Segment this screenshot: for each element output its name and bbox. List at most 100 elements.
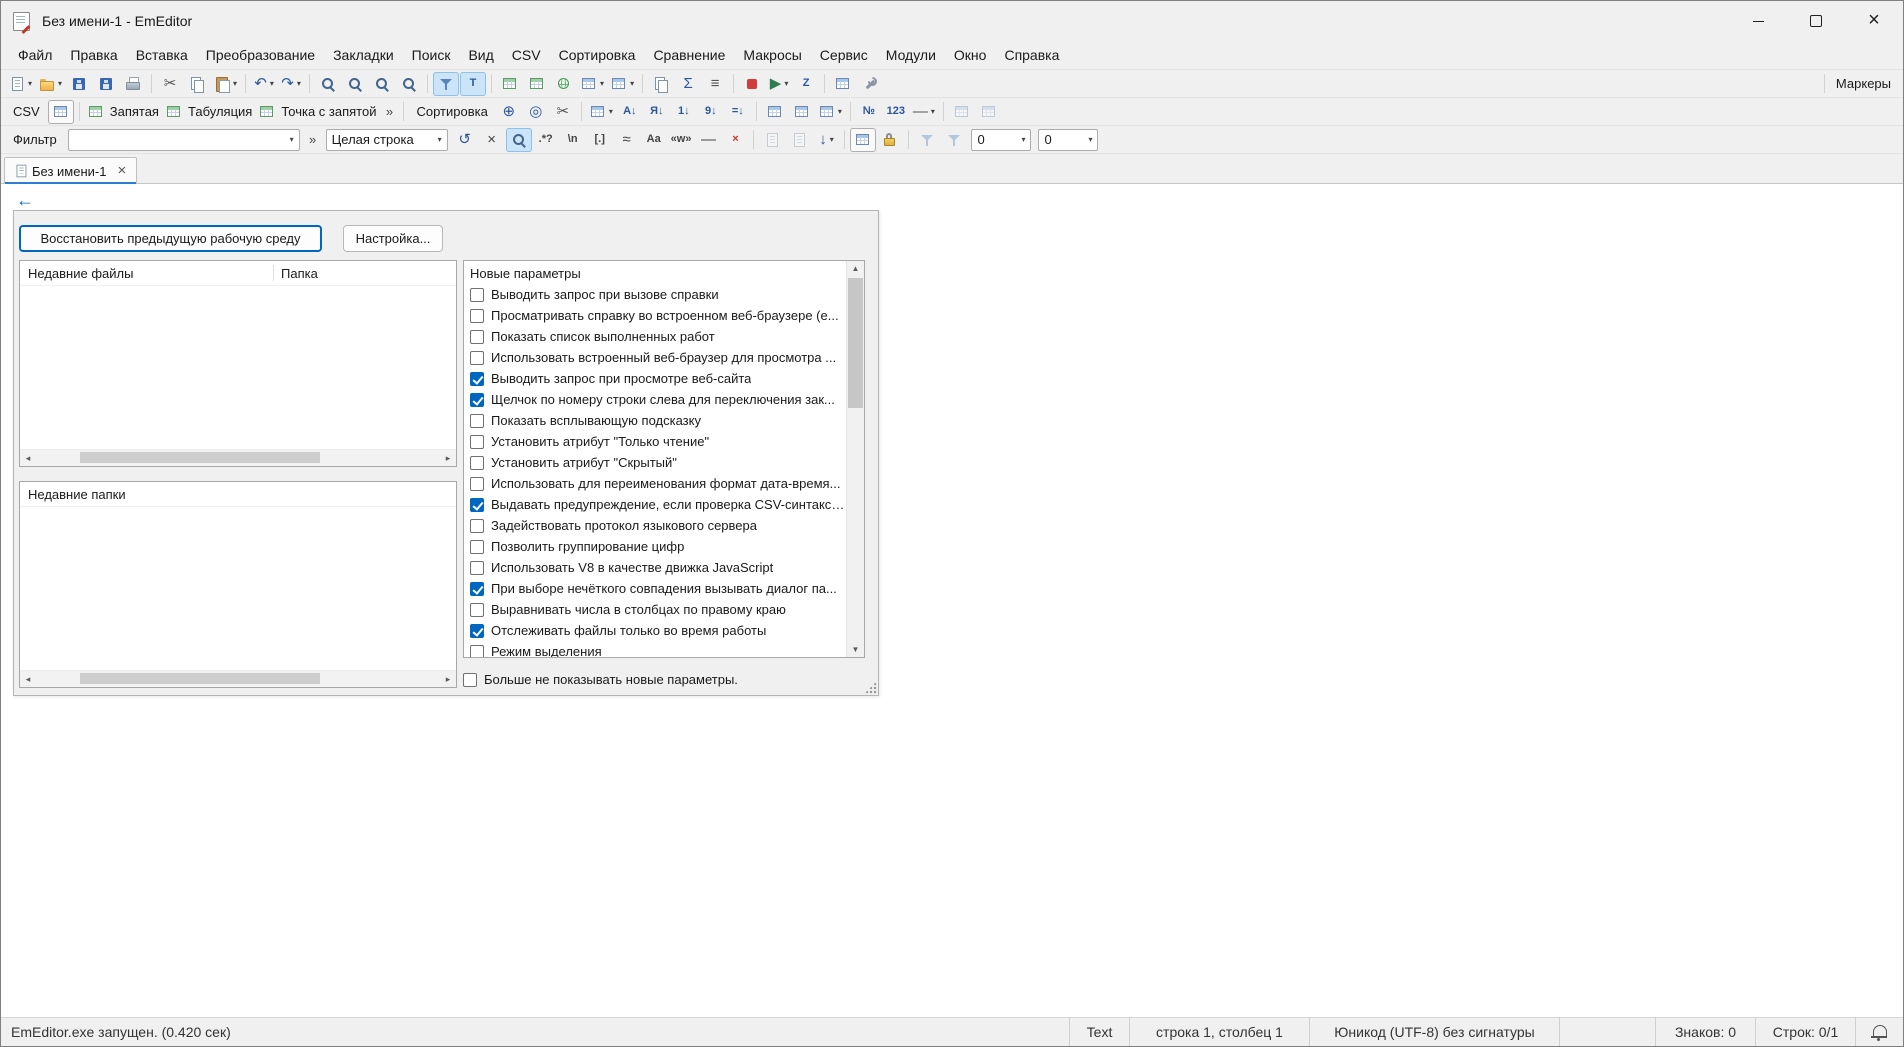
chevron-down-icon[interactable]: ▾ <box>284 135 294 144</box>
option-row[interactable]: Отслеживать файлы только во время работы <box>466 620 846 641</box>
menu-plugins[interactable]: Модули <box>877 43 945 67</box>
menu-compare[interactable]: Сравнение <box>644 43 734 67</box>
csv-mode-button[interactable] <box>48 100 74 124</box>
option-row[interactable]: Установить атрибут "Скрытый" <box>466 452 846 473</box>
menu-tools[interactable]: Сервис <box>811 43 877 67</box>
comma-separated-button[interactable]: Запятая <box>85 100 162 124</box>
checkbox[interactable] <box>470 603 484 617</box>
checkbox[interactable] <box>470 519 484 533</box>
filter-input[interactable]: ▾ <box>68 129 300 151</box>
chevron-down-icon[interactable]: ▾ <box>1082 135 1092 144</box>
sort-options-button[interactable]: ◎ <box>523 100 549 124</box>
chevron-down-icon[interactable]: ▾ <box>297 79 301 88</box>
scroll-down-arrow[interactable]: ▼ <box>847 642 864 657</box>
menu-edit[interactable]: Правка <box>61 43 126 67</box>
menu-help[interactable]: Справка <box>995 43 1068 67</box>
tab-close-icon[interactable]: × <box>115 163 128 178</box>
sum-button[interactable]: Σ <box>675 72 701 96</box>
csv-cell-mode-button[interactable]: ▾ <box>608 72 637 96</box>
manage-columns-button[interactable]: ⊕ <box>496 100 522 124</box>
option-row[interactable]: Использовать встроенный веб-браузер для … <box>466 347 846 368</box>
close-button[interactable]: × <box>1845 1 1903 41</box>
title-bar[interactable]: Без имени-1 - EmEditor × <box>1 1 1903 41</box>
record-macro-button[interactable] <box>739 72 765 96</box>
status-notifications[interactable] <box>1855 1018 1903 1046</box>
macros-list-button[interactable]: Z <box>793 72 819 96</box>
web-preview-button[interactable] <box>551 72 577 96</box>
advanced-search-button[interactable] <box>506 128 532 152</box>
csv-comma-button[interactable] <box>497 72 523 96</box>
horizontal-scrollbar[interactable]: ◂ ▸ <box>20 449 456 466</box>
menu-view[interactable]: Вид <box>459 43 502 67</box>
lines-below-spinner[interactable]: 0▾ <box>1038 129 1098 151</box>
checkbox[interactable] <box>470 561 484 575</box>
checkbox[interactable] <box>470 393 484 407</box>
vertical-mode-button[interactable] <box>830 72 856 96</box>
menu-convert[interactable]: Преобразование <box>197 43 324 67</box>
paste-button[interactable]: ▾ <box>211 72 240 96</box>
checkbox[interactable] <box>470 624 484 638</box>
sort-numeric-descending-button[interactable]: 9↓ <box>698 100 724 124</box>
recent-folders-column-header[interactable]: Недавние папки <box>20 482 456 506</box>
fixed-width-button[interactable]: —▾ <box>910 100 938 124</box>
editor-area[interactable]: ← Восстановить предыдущую рабочую среду … <box>1 184 1903 1017</box>
chevron-down-icon[interactable]: ▾ <box>233 79 237 88</box>
sort-values-button[interactable]: =↓ <box>725 100 751 124</box>
filter-toggle-button[interactable] <box>433 72 459 96</box>
filter-all-columns-button[interactable] <box>850 128 876 152</box>
recent-files-column-header[interactable]: Недавние файлы <box>20 261 273 285</box>
status-cursor-position[interactable]: строка 1, столбец 1 <box>1129 1018 1309 1046</box>
chevron-down-icon[interactable]: ▾ <box>609 107 613 116</box>
replace-in-files-button[interactable] <box>396 72 422 96</box>
option-row[interactable]: Использовать V8 в качестве движка JavaSc… <box>466 557 846 578</box>
escape-sequence-toggle[interactable]: \n <box>560 128 586 152</box>
checkbox[interactable] <box>470 414 484 428</box>
checkbox[interactable] <box>470 330 484 344</box>
undo-button[interactable]: ↶▾ <box>251 72 277 96</box>
filter-direction-button[interactable]: ↓▾ <box>813 128 839 152</box>
menu-file[interactable]: Файл <box>9 43 61 67</box>
csv-heading-button[interactable]: ▾ <box>578 72 607 96</box>
checkbox[interactable] <box>470 456 484 470</box>
checkbox[interactable] <box>470 372 484 386</box>
option-row[interactable]: Показать всплывающую подсказку <box>466 410 846 431</box>
resize-grip[interactable] <box>864 681 877 694</box>
checkbox[interactable] <box>470 435 484 449</box>
sort-numeric-ascending-button[interactable]: 1↓ <box>671 100 697 124</box>
chevron-down-icon[interactable]: ▾ <box>931 107 935 116</box>
open-file-button[interactable]: ▾ <box>36 72 65 96</box>
digit-grouping-button[interactable]: 123 <box>883 100 909 124</box>
option-row[interactable]: Выдавать предупреждение, если проверка C… <box>466 494 846 515</box>
status-encoding[interactable]: Юникод (UTF-8) без сигнатуры <box>1309 1018 1559 1046</box>
scroll-right-arrow[interactable]: ▸ <box>440 671 456 687</box>
checkbox[interactable] <box>470 288 484 302</box>
tab-untitled[interactable]: Без имени-1 × <box>4 157 137 184</box>
replace-button[interactable] <box>369 72 395 96</box>
match-mode-combo[interactable]: Целая строка▾ <box>326 129 448 151</box>
menu-sort[interactable]: Сортировка <box>550 43 645 67</box>
horizontal-scrollbar[interactable]: ◂ ▸ <box>20 670 456 687</box>
option-row[interactable]: При выборе нечёткого совпадения вызывать… <box>466 578 846 599</box>
checkbox[interactable] <box>470 498 484 512</box>
close-filter-button[interactable]: × <box>479 128 505 152</box>
split-column-button[interactable]: ✂ <box>550 100 576 124</box>
scrollbar-thumb[interactable] <box>80 452 320 463</box>
scroll-up-arrow[interactable]: ▲ <box>847 261 864 276</box>
fuzzy-match-toggle[interactable]: ≈ <box>614 128 640 152</box>
chevron-down-icon[interactable]: ▾ <box>830 135 834 144</box>
menu-search[interactable]: Поиск <box>403 43 460 67</box>
restore-workspace-button[interactable]: Восстановить предыдущую рабочую среду <box>19 225 322 252</box>
option-row[interactable]: Задействовать протокол языкового сервера <box>466 515 846 536</box>
select-column-button[interactable]: ▾ <box>587 100 616 124</box>
option-row[interactable]: Выводить запрос при просмотре веб-сайта <box>466 368 846 389</box>
save-as-button[interactable] <box>93 72 119 96</box>
checkbox[interactable] <box>470 582 484 596</box>
lines-above-spinner[interactable]: 0▾ <box>971 129 1031 151</box>
chevron-down-icon[interactable]: ▾ <box>432 135 442 144</box>
run-macro-button[interactable]: ▶▾ <box>766 72 792 96</box>
option-row[interactable]: Режим выделения <box>466 641 846 657</box>
csv-overflow-button[interactable]: » <box>380 100 398 124</box>
back-arrow-icon[interactable]: ← <box>16 191 34 209</box>
match-case-toggle[interactable]: Aa <box>641 128 667 152</box>
refresh-filter-button[interactable]: ↺ <box>452 128 478 152</box>
